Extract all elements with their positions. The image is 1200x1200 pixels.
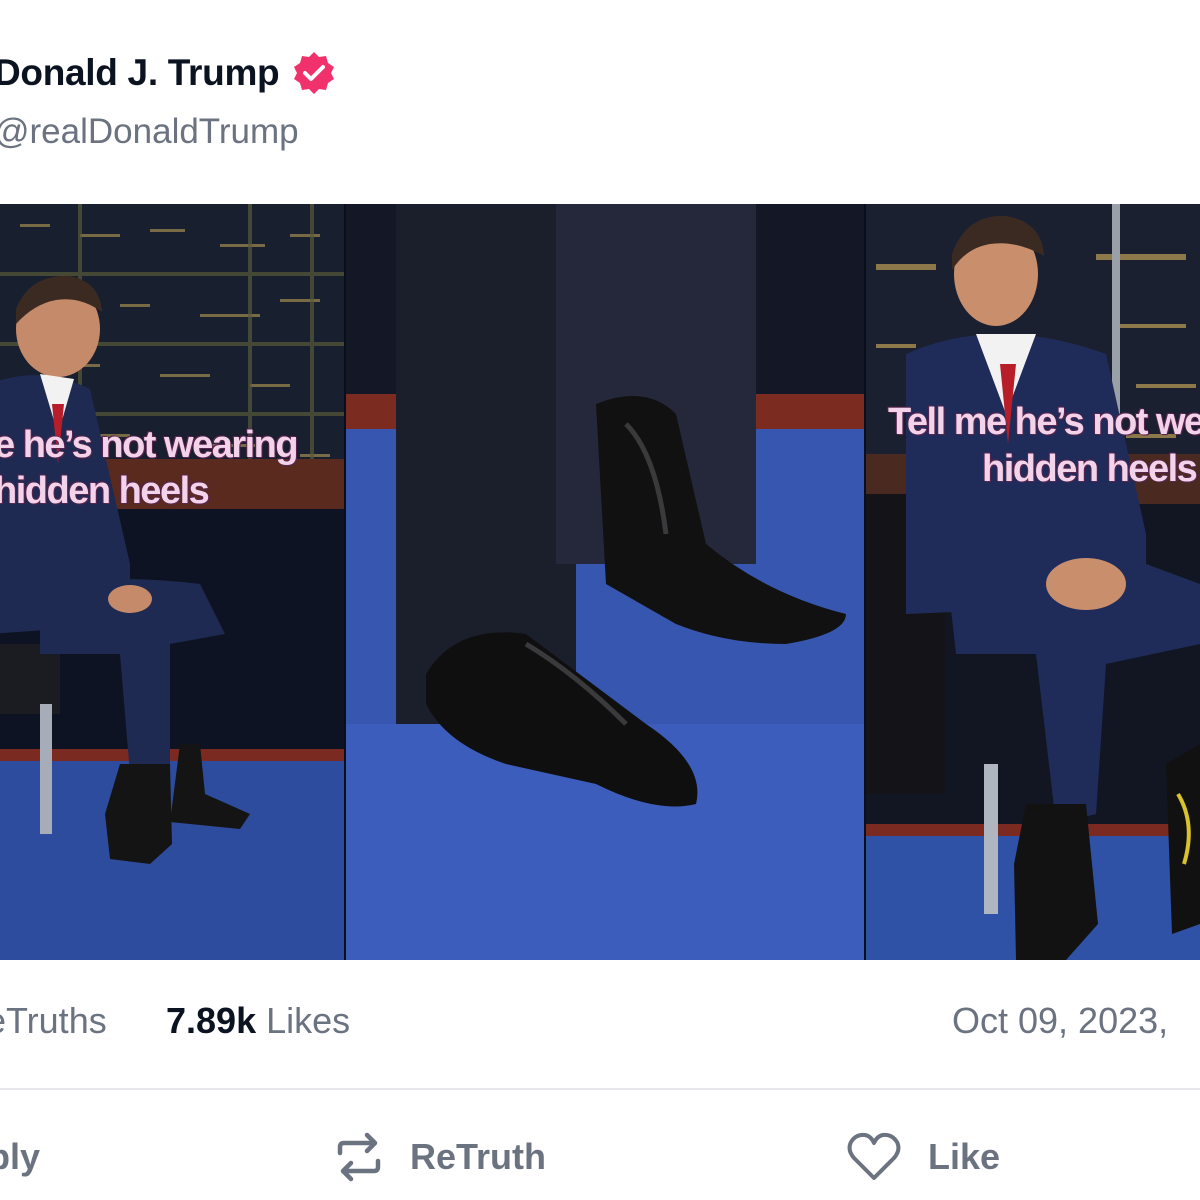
retruth-button[interactable]: ReTruth [334, 1125, 546, 1189]
post-actions: ply ReTruth Like [0, 1125, 1200, 1195]
divider [0, 1088, 1200, 1090]
post-media[interactable]: e he’s not wearing hidden heels Tell me … [0, 204, 1200, 960]
retruth-icon [337, 1132, 381, 1182]
retruths-count-label[interactable]: eTruths [0, 1000, 107, 1042]
media-image-3 [866, 204, 1200, 960]
likes-count: 7.89k [166, 1000, 257, 1041]
overlay-caption-3-line-1: Tell me he’s not we [888, 401, 1200, 443]
heart-icon [847, 1132, 901, 1180]
retruth-label: ReTruth [410, 1136, 547, 1177]
overlay-caption-3-line-2: hidden heels [982, 448, 1198, 490]
post-stats: eTruths 7.89k Likes Oct 09, 2023, [0, 1000, 1200, 1050]
overlay-caption-1-line-1: e he’s not wearing [0, 424, 299, 466]
media-image-1 [0, 204, 344, 960]
verified-badge-icon [291, 50, 337, 96]
author-name[interactable]: Donald J. Trump [0, 50, 337, 96]
media-panel-1[interactable]: e he’s not wearing hidden heels [0, 204, 344, 960]
media-panel-2[interactable] [346, 204, 864, 960]
media-panel-3[interactable]: Tell me he’s not we hidden heels [866, 204, 1200, 960]
like-label: Like [928, 1136, 1001, 1177]
media-image-2 [346, 204, 864, 960]
author-name-text[interactable]: Donald J. Trump [0, 52, 280, 94]
likes-label: Likes [266, 1000, 351, 1041]
like-button[interactable]: Like [846, 1125, 1000, 1189]
overlay-caption-1-line-2: hidden heels [0, 470, 210, 512]
likes-stat[interactable]: 7.89k Likes [166, 1000, 350, 1042]
post-date[interactable]: Oct 09, 2023, [952, 1000, 1168, 1042]
reply-label: ply [0, 1136, 41, 1177]
reply-button[interactable]: ply [0, 1125, 40, 1189]
author-handle[interactable]: @realDonaldTrump [0, 112, 299, 152]
